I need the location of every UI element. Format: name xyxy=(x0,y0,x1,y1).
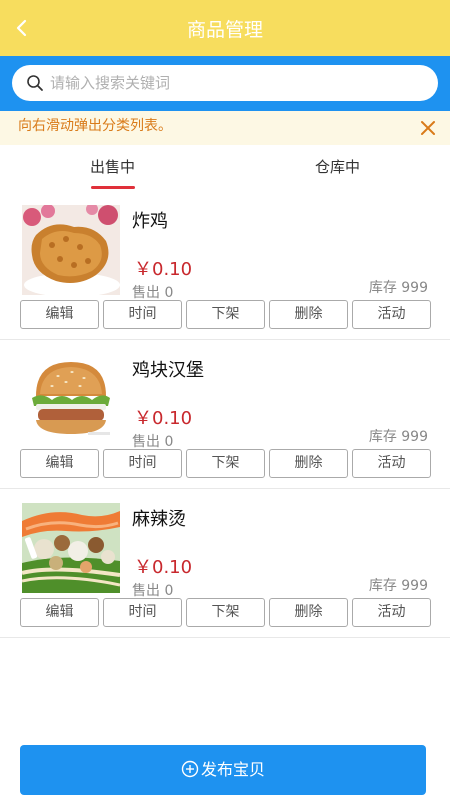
publish-button[interactable]: 发布宝贝 xyxy=(20,745,426,795)
add-circle-icon xyxy=(181,760,199,778)
header-bar: 商品管理 xyxy=(0,0,450,56)
product-price: ￥0.10 xyxy=(134,557,193,578)
offshelf-button[interactable]: 下架 xyxy=(186,598,265,627)
delete-button[interactable]: 删除 xyxy=(269,598,348,627)
product-item: 鸡块汉堡 ￥0.10 售出 0 库存 999 编辑 时间 下架 删除 活动 xyxy=(0,340,450,489)
product-stock: 库存 999 xyxy=(368,578,428,594)
product-sold: 售出 0 xyxy=(132,583,174,599)
product-sold: 售出 0 xyxy=(132,434,174,450)
burger-image xyxy=(22,354,120,444)
activity-button[interactable]: 活动 xyxy=(352,449,431,478)
action-buttons: 编辑 时间 下架 删除 活动 xyxy=(20,449,432,479)
offshelf-button[interactable]: 下架 xyxy=(186,300,265,329)
product-name: 麻辣烫 xyxy=(132,509,186,530)
edit-button[interactable]: 编辑 xyxy=(20,598,99,627)
edit-button[interactable]: 编辑 xyxy=(20,449,99,478)
action-buttons: 编辑 时间 下架 删除 活动 xyxy=(20,300,432,330)
activity-button[interactable]: 活动 xyxy=(352,598,431,627)
activity-button[interactable]: 活动 xyxy=(352,300,431,329)
product-name: 炸鸡 xyxy=(132,211,168,232)
tab-on-sale[interactable]: 出售中 xyxy=(0,145,225,191)
search-icon xyxy=(27,75,43,91)
product-sold: 售出 0 xyxy=(132,285,174,301)
tab-bar: 出售中 仓库中 xyxy=(0,145,450,191)
notice-text: 向右滑动弹出分类列表。 xyxy=(18,118,172,134)
tab-warehouse[interactable]: 仓库中 xyxy=(225,145,450,191)
delete-button[interactable]: 删除 xyxy=(269,449,348,478)
edit-button[interactable]: 编辑 xyxy=(20,300,99,329)
time-button[interactable]: 时间 xyxy=(103,300,182,329)
malatang-image xyxy=(22,503,120,593)
action-buttons: 编辑 时间 下架 删除 活动 xyxy=(20,598,432,628)
product-management-page: 商品管理 向右滑动弹出分类列表。 出售中 仓库中 xyxy=(0,0,450,800)
delete-button[interactable]: 删除 xyxy=(269,300,348,329)
product-stock: 库存 999 xyxy=(368,429,428,445)
product-list: 炸鸡 ￥0.10 售出 0 库存 999 编辑 时间 下架 删除 活动 鸡块汉堡… xyxy=(0,191,450,638)
product-item: 炸鸡 ￥0.10 售出 0 库存 999 编辑 时间 下架 删除 活动 xyxy=(0,191,450,340)
offshelf-button[interactable]: 下架 xyxy=(186,449,265,478)
time-button[interactable]: 时间 xyxy=(103,449,182,478)
search-input[interactable] xyxy=(50,65,420,101)
fried-chicken-image xyxy=(22,205,120,295)
search-bar xyxy=(0,56,450,111)
page-title: 商品管理 xyxy=(186,19,263,41)
product-name: 鸡块汉堡 xyxy=(132,360,204,381)
time-button[interactable]: 时间 xyxy=(103,598,182,627)
close-icon[interactable] xyxy=(418,118,438,138)
product-item: 麻辣烫 ￥0.10 售出 0 库存 999 编辑 时间 下架 删除 活动 xyxy=(0,489,450,638)
product-stock: 库存 999 xyxy=(368,280,428,296)
search-box[interactable] xyxy=(12,65,438,101)
product-price: ￥0.10 xyxy=(134,408,193,429)
product-price: ￥0.10 xyxy=(134,259,193,280)
publish-button-label: 发布宝贝 xyxy=(200,760,265,779)
notice-bar: 向右滑动弹出分类列表。 xyxy=(0,111,450,145)
active-tab-indicator xyxy=(91,186,135,189)
